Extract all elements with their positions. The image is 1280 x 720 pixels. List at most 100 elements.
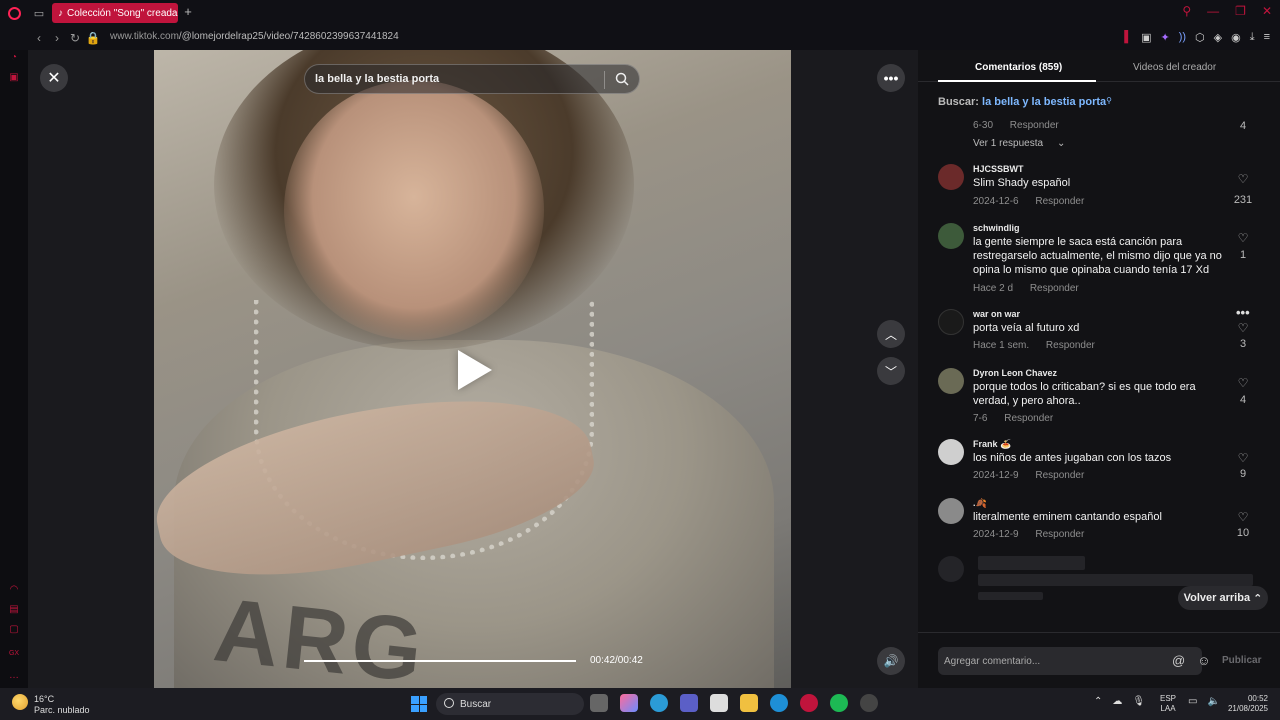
back-to-top-button[interactable]: Volver arriba ⌃ <box>1178 586 1268 610</box>
heart-icon[interactable]: ♡ <box>1234 510 1252 524</box>
taskbar-search[interactable]: Buscar <box>436 693 584 715</box>
teams-icon[interactable] <box>680 694 698 712</box>
search-suggestion-query[interactable]: la bella y la bestia porta <box>982 96 1106 108</box>
avatar[interactable] <box>938 223 964 249</box>
previous-video-button[interactable]: ︿ <box>877 320 905 348</box>
opera-logo-icon[interactable] <box>0 0 28 26</box>
reply-button[interactable]: Responder <box>1046 340 1095 351</box>
url-field[interactable]: www.tiktok.com/@lomejordelrap25/video/74… <box>110 31 399 42</box>
microphone-icon[interactable]: 🎙 <box>1132 696 1145 707</box>
forward-icon[interactable]: › <box>48 31 66 45</box>
next-video-button[interactable]: ﹀ <box>877 357 905 385</box>
avatar[interactable] <box>938 498 964 524</box>
reply-button[interactable]: Responder <box>1035 196 1084 207</box>
edge-dev-icon[interactable] <box>650 694 668 712</box>
sidebar-flow-icon[interactable]: ◔ <box>7 52 21 66</box>
search-icon[interactable]: ⚲ <box>1182 4 1191 18</box>
tab-islands-icon[interactable]: ▭ <box>28 0 50 26</box>
onedrive-cloud-icon[interactable]: ☁ <box>1112 696 1122 707</box>
comment-username[interactable]: war on war <box>973 309 1020 319</box>
comment-meta: 2024-12-9 Responder <box>973 470 1098 481</box>
search-suggestion[interactable]: Buscar: la bella y la bestia porta⚲ <box>938 96 1112 108</box>
heart-icon[interactable]: ♡ <box>1234 172 1252 186</box>
heart-icon[interactable]: ♡ <box>1234 376 1252 390</box>
copilot-icon[interactable] <box>620 694 638 712</box>
back-icon[interactable]: ‹ <box>30 31 48 45</box>
video-search-bar[interactable]: la bella y la bestia porta <box>304 64 640 94</box>
weather-widget[interactable]: 16°C Parc. nublado <box>12 694 90 716</box>
search-icon[interactable] <box>615 72 629 86</box>
menu-icon[interactable]: ≡ <box>1264 31 1270 44</box>
comment-username[interactable]: schwindlig <box>973 223 1020 233</box>
reply-button[interactable]: Responder <box>1010 120 1059 131</box>
publish-button[interactable]: Publicar <box>1222 655 1261 666</box>
volume-button[interactable]: 🔊 <box>877 647 905 675</box>
heart-icon[interactable]: ♡ <box>1234 321 1252 335</box>
close-video-button[interactable]: ✕ <box>40 64 68 92</box>
task-view-icon[interactable] <box>590 694 608 712</box>
sidebar-gx-icon[interactable]: GX <box>7 650 21 664</box>
file-explorer-icon[interactable] <box>740 694 758 712</box>
maximize-icon[interactable]: ❐ <box>1235 4 1246 18</box>
heart-icon[interactable]: ♡ <box>1234 451 1252 465</box>
comment-input[interactable]: Agregar comentario... <box>938 647 1202 675</box>
volume-icon[interactable]: 🔈 <box>1207 696 1219 707</box>
reply-button[interactable]: Responder <box>1004 413 1053 424</box>
more-options-button[interactable]: ••• <box>877 64 905 92</box>
language-indicator[interactable]: ESP LAA <box>1160 694 1176 714</box>
opera-gx-icon[interactable] <box>800 694 818 712</box>
comment-more-icon[interactable]: ••• <box>1236 305 1250 320</box>
reload-icon[interactable]: ↻ <box>66 31 84 45</box>
search-suggestion-label: Buscar: <box>938 96 979 108</box>
chevron-down-icon: ﹀ <box>884 364 897 379</box>
avatar[interactable] <box>938 164 964 190</box>
comment-username[interactable]: Dyron Leon Chavez <box>973 368 1057 378</box>
avatar[interactable] <box>938 368 964 394</box>
minimize-icon[interactable]: — <box>1207 4 1219 18</box>
extension-icons: ▌ ▣ ✦ )) ⬡ ◈ ◉ ⤓ ≡ <box>1124 31 1270 44</box>
tab-comments[interactable]: Comentarios (859) <box>975 62 1062 73</box>
extension-sound-icon[interactable]: )) <box>1179 31 1186 44</box>
view-replies-button[interactable]: Ver 1 respuesta ⌄ <box>973 138 1079 149</box>
reply-button[interactable]: Responder <box>1035 529 1084 540</box>
edge-icon[interactable] <box>770 694 788 712</box>
profile-icon[interactable]: ◉ <box>1231 31 1241 44</box>
network-icon[interactable]: ▭ <box>1188 696 1197 707</box>
clock[interactable]: 00:52 21/08/2025 <box>1224 694 1268 714</box>
sidebar-bag-icon[interactable]: ▣ <box>7 72 21 86</box>
comment-text: los niños de antes jugaban con los tazos <box>973 452 1172 464</box>
sidebar-player-icon[interactable]: ▤ <box>7 604 21 618</box>
emoji-icon[interactable]: ☺ <box>1197 653 1210 668</box>
avatar[interactable] <box>938 309 964 335</box>
spotify-icon[interactable] <box>830 694 848 712</box>
avatar[interactable] <box>938 439 964 465</box>
extension-purple-icon[interactable]: ✦ <box>1160 31 1169 44</box>
heart-icon[interactable]: ♡ <box>1234 231 1252 245</box>
video-progress-bar[interactable] <box>304 660 576 662</box>
extension-badge-icon[interactable]: ▣ <box>1141 31 1151 44</box>
wallet-icon[interactable]: ◈ <box>1214 31 1222 44</box>
comment-username[interactable]: .🍂 <box>973 498 987 509</box>
comment-username[interactable]: HJCSSBWT <box>973 164 1024 174</box>
app-icon[interactable] <box>860 694 878 712</box>
reply-button[interactable]: Responder <box>1035 470 1084 481</box>
tab-creator-videos[interactable]: Videos del creador <box>1133 62 1216 73</box>
comment-username[interactable]: Frank 🍝 <box>973 439 1011 450</box>
lang-secondary: LAA <box>1160 704 1176 713</box>
reply-button[interactable]: Responder <box>1030 283 1079 294</box>
windows-start-icon[interactable] <box>411 696 427 712</box>
tab-tiktok[interactable]: ♪ Colección "Song" creada <box>52 3 178 23</box>
extensions-puzzle-icon[interactable]: ⬡ <box>1195 31 1205 44</box>
play-icon[interactable] <box>458 350 492 390</box>
chevron-up-icon[interactable]: ⌃ <box>1094 696 1102 707</box>
download-icon[interactable]: ⤓ <box>1250 31 1255 44</box>
new-tab-button[interactable]: + <box>181 4 195 20</box>
search-input[interactable]: la bella y la bestia porta <box>315 73 439 85</box>
sidebar-more-icon[interactable]: … <box>7 670 21 684</box>
close-icon[interactable]: ✕ <box>1262 4 1272 18</box>
mention-icon[interactable]: @ <box>1172 653 1185 668</box>
comment-item: Frank 🍝 los niños de antes jugaban con l… <box>938 439 1268 483</box>
sidebar-wifi-icon[interactable]: ◠ <box>7 584 21 598</box>
sidebar-box-icon[interactable]: ▢ <box>7 624 21 638</box>
store-icon[interactable] <box>710 694 728 712</box>
